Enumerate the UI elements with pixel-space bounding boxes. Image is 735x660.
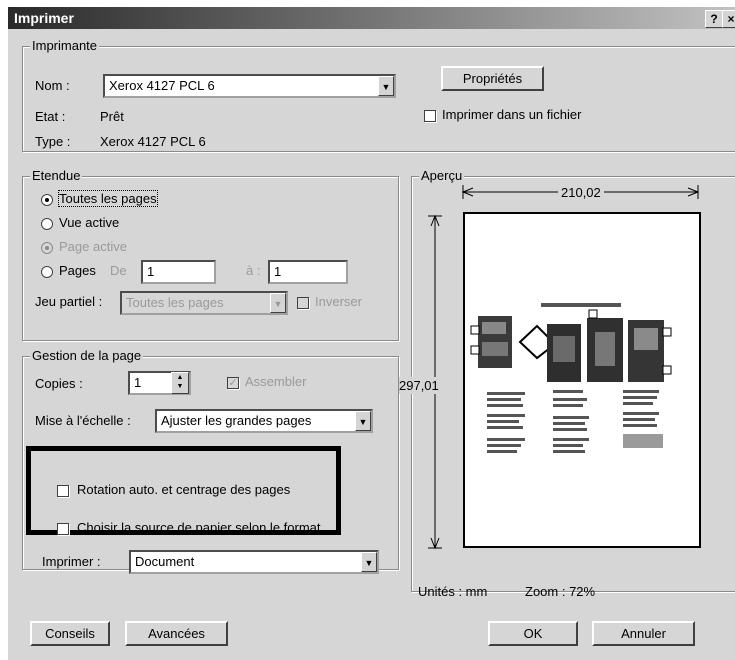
close-icon[interactable]: × xyxy=(722,10,735,28)
print-to-file-label: Imprimer dans un fichier xyxy=(442,107,582,122)
current-view-radio[interactable] xyxy=(41,218,53,230)
from-input[interactable]: 1 xyxy=(141,260,216,284)
title-bar: Imprimer ? × xyxy=(8,7,735,29)
ok-button[interactable]: OK xyxy=(488,621,578,646)
reverse-checkbox xyxy=(297,297,309,309)
printer-type-label: Type : xyxy=(35,134,71,149)
units-label: Unités : mm xyxy=(418,584,488,599)
range-group-label: Etendue xyxy=(30,168,83,183)
printer-name-value: Xerox 4127 PCL 6 xyxy=(109,78,215,93)
copies-spinner[interactable]: ▲ ▼ xyxy=(171,372,189,394)
collate-checkbox: ✓ xyxy=(227,377,239,389)
active-page-radio xyxy=(41,242,53,254)
all-pages-label: Toutes les pages xyxy=(58,190,158,207)
from-label: De xyxy=(110,263,127,278)
subset-value: Toutes les pages xyxy=(126,295,224,310)
scaling-label: Mise à l'échelle : xyxy=(35,413,131,428)
copies-label: Copies : xyxy=(35,376,83,391)
pages-label: Pages xyxy=(59,263,96,278)
chevron-down-icon[interactable]: ▼ xyxy=(361,552,377,572)
to-input[interactable]: 1 xyxy=(268,260,348,284)
window-title: Imprimer xyxy=(14,10,74,26)
printer-type-value: Xerox 4127 PCL 6 xyxy=(100,134,206,149)
chevron-down-icon[interactable]: ▼ xyxy=(355,411,371,431)
scaling-value: Ajuster les grandes pages xyxy=(161,413,312,428)
properties-button[interactable]: Propriétés xyxy=(441,66,544,91)
chevron-down-icon[interactable]: ▼ xyxy=(378,76,394,96)
paper-source-checkbox[interactable] xyxy=(57,523,69,535)
print-what-value: Document xyxy=(135,554,195,569)
scaling-select[interactable]: Ajuster les grandes pages ▼ xyxy=(155,409,373,433)
collate-label: Assembler xyxy=(245,374,307,389)
paper-source-label: Choisir la source de papier selon le for… xyxy=(77,520,321,535)
printer-name-select[interactable]: Xerox 4127 PCL 6 ▼ xyxy=(103,74,396,98)
preview-height-value: 297,01 xyxy=(399,377,439,394)
preview-page-thumbnail xyxy=(470,303,672,453)
printer-name-label: Nom : xyxy=(35,78,70,93)
zoom-label: Zoom : 72% xyxy=(525,584,596,599)
print-to-file-checkbox[interactable] xyxy=(424,110,436,122)
subset-select: Toutes les pages ▼ xyxy=(120,291,288,315)
current-view-label: Vue active xyxy=(59,215,120,230)
page-handling-group-label: Gestion de la page xyxy=(30,348,144,363)
printer-state-label: Etat : xyxy=(35,109,66,124)
cancel-button[interactable]: Annuler xyxy=(592,621,695,646)
pages-radio[interactable] xyxy=(41,266,53,278)
active-page-label: Page active xyxy=(59,239,127,254)
to-label: à : xyxy=(246,263,261,278)
printer-group-label: Imprimante xyxy=(30,38,100,53)
print-what-select[interactable]: Document ▼ xyxy=(129,550,379,574)
reverse-label: Inverser xyxy=(315,294,362,309)
tips-button[interactable]: Conseils xyxy=(30,621,110,646)
print-what-label: Imprimer : xyxy=(42,554,101,569)
help-icon[interactable]: ? xyxy=(705,10,723,28)
printer-state-value: Prêt xyxy=(100,109,124,124)
advanced-button[interactable]: Avancées xyxy=(125,621,228,646)
preview-width-value: 210,02 xyxy=(558,185,604,200)
subset-label: Jeu partiel : xyxy=(35,294,103,309)
preview-page xyxy=(463,212,701,548)
chevron-down-icon: ▼ xyxy=(270,293,286,313)
all-pages-radio[interactable] xyxy=(41,194,53,206)
auto-rotate-label: Rotation auto. et centrage des pages xyxy=(77,482,291,497)
auto-rotate-checkbox[interactable] xyxy=(57,485,69,497)
